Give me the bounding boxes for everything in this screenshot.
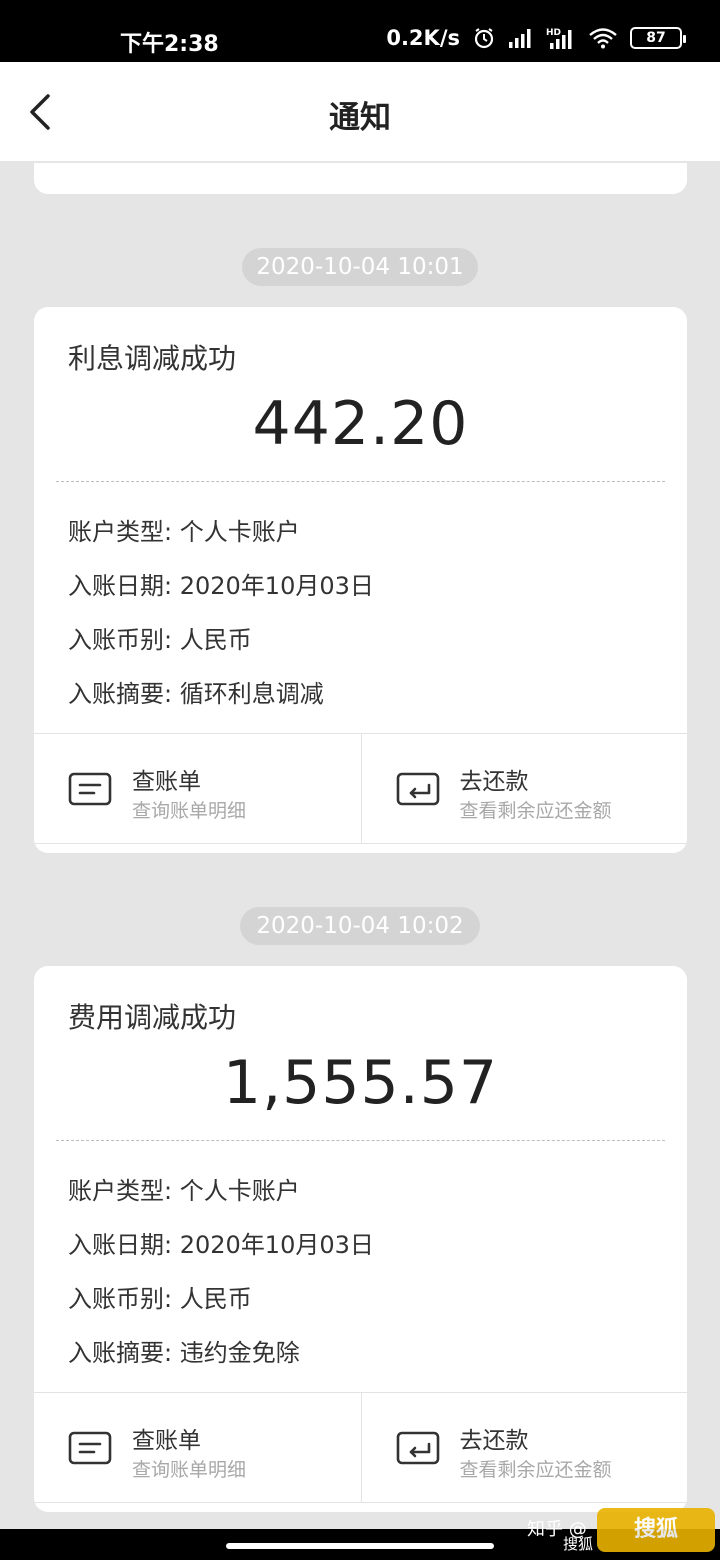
card-amount: 442.20 (252, 389, 469, 459)
page-title: 通知 (329, 100, 391, 136)
action-subtext: 查询账单明细 (132, 1459, 247, 1481)
battery-icon: 87 (630, 27, 686, 49)
repay-button[interactable]: 去还款 查看剩余应还金额 (360, 734, 688, 843)
detail-row-currency: 入账币别: 人民币 (68, 1285, 252, 1313)
signal-icon (509, 29, 531, 48)
repay-icon (396, 1431, 439, 1465)
detail-row-currency: 入账币别: 人民币 (68, 626, 252, 654)
timestamp-badge: 2020-10-04 10:02 (240, 907, 480, 945)
previous-card-bottom (34, 163, 687, 194)
action-label: 查账单 (132, 769, 201, 795)
wifi-icon (589, 28, 617, 49)
detail-row-post-date: 入账日期: 2020年10月03日 (68, 1231, 374, 1259)
dashed-divider (56, 481, 665, 482)
detail-row-account-type: 账户类型: 个人卡账户 (68, 1177, 300, 1205)
watermark-source: 搜狐 (563, 1535, 594, 1553)
alarm-icon (474, 28, 494, 49)
action-subtext: 查看剩余应还金额 (459, 800, 612, 822)
detail-row-summary: 入账摘要: 循环利息调减 (68, 680, 324, 708)
repay-button[interactable]: 去还款 查看剩余应还金额 (360, 1393, 688, 1502)
bill-icon (68, 1431, 112, 1465)
watermark-logo: 搜狐 (597, 1508, 715, 1552)
card-title: 费用调减成功 (68, 1001, 237, 1034)
detail-row-summary: 入账摘要: 违约金免除 (68, 1339, 300, 1367)
view-bill-button[interactable]: 查账单 查询账单明细 (34, 1393, 361, 1502)
notification-card: 利息调减成功 442.20 账户类型: 个人卡账户 入账日期: 2020年10月… (34, 307, 687, 853)
bill-icon (68, 772, 112, 806)
notification-card: 费用调减成功 1,555.57 账户类型: 个人卡账户 入账日期: 2020年1… (34, 966, 687, 1512)
action-subtext: 查询账单明细 (132, 800, 247, 822)
svg-text:HD: HD (546, 28, 561, 38)
action-label: 查账单 (132, 1428, 201, 1454)
action-label: 去还款 (459, 769, 529, 795)
hd-signal-icon: HD (546, 28, 572, 49)
status-bar: 下午2:38 0.2K/s HD 87 (0, 0, 720, 62)
card-actions: 查账单 查询账单明细 去还款 查看剩余应还金额 (34, 1392, 687, 1503)
nav-bar: 通知 (0, 62, 720, 162)
card-actions: 查账单 查询账单明细 去还款 查看剩余应还金额 (34, 733, 687, 844)
status-icons: 0.2K/s HD 87 (386, 26, 686, 50)
detail-row-account-type: 账户类型: 个人卡账户 (68, 518, 300, 546)
repay-icon (396, 772, 439, 806)
detail-row-post-date: 入账日期: 2020年10月03日 (68, 572, 374, 600)
status-time: 下午2:38 (120, 32, 219, 57)
home-gesture-bar[interactable] (226, 1543, 494, 1549)
card-title: 利息调减成功 (68, 342, 237, 375)
action-label: 去还款 (459, 1428, 529, 1454)
action-subtext: 查看剩余应还金额 (459, 1459, 612, 1481)
net-speed: 0.2K/s (386, 26, 460, 50)
timestamp-badge: 2020-10-04 10:01 (242, 248, 478, 286)
dashed-divider (56, 1140, 665, 1141)
battery-level: 87 (646, 30, 666, 46)
card-amount: 1,555.57 (222, 1048, 499, 1118)
view-bill-button[interactable]: 查账单 查询账单明细 (34, 734, 361, 843)
